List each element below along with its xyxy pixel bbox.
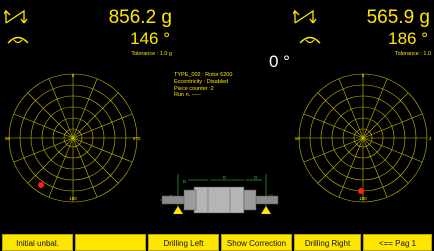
- rotor-collar-right: [243, 189, 257, 211]
- left-polar-label-left: 90: [5, 136, 11, 141]
- initial-unbalance-button[interactable]: Initial unbal.: [2, 234, 73, 251]
- piece-counter: Piece counter :2: [174, 85, 214, 92]
- left-polar-label-bottom: 180: [69, 196, 77, 201]
- right-polar-label-right: 2: [429, 136, 432, 141]
- right-polar-label-bottom: 180: [359, 196, 367, 201]
- dimension-label-a: D: [183, 179, 187, 184]
- drilling-left-button[interactable]: Drilling Left: [148, 234, 219, 251]
- left-polar-plot: 0 90 270 180: [5, 73, 141, 203]
- left-weight-value: 856.2 g: [108, 7, 172, 28]
- rotor-diagram: D D D r1 r2: [160, 174, 280, 214]
- right-weight-value: 565.9 g: [366, 7, 430, 28]
- eccentricity-status: Eccentricity : Disabled: [174, 78, 229, 85]
- blank-button[interactable]: [75, 234, 146, 251]
- rotor-body: [193, 186, 245, 214]
- eye-icon-right: [299, 36, 321, 44]
- right-tolerance: Tolerance : 1.0: [394, 51, 431, 57]
- dimension-label-c: D: [254, 175, 258, 180]
- left-unbalance-marker: [38, 182, 44, 188]
- run-number: Run n. -----: [174, 92, 201, 99]
- rotor-type: TYPE_002 : Rotor 6200: [174, 72, 233, 78]
- balance-plane-right-icon: [293, 9, 317, 24]
- right-polar-plot: 0 90 2 180: [295, 73, 432, 203]
- rotor-collar-left: [183, 189, 197, 211]
- page-back-button[interactable]: <== Pag 1: [363, 234, 432, 251]
- right-unbalance-marker: [358, 188, 364, 194]
- show-correction-button[interactable]: Show Correction: [221, 234, 292, 251]
- left-tolerance: Tolerance : 1.0 g: [131, 51, 172, 57]
- right-polar-label-left: 90: [295, 136, 301, 141]
- left-support-icon: [173, 206, 183, 214]
- balance-plane-left-icon: [4, 9, 28, 24]
- drilling-right-button[interactable]: Drilling Right: [294, 234, 361, 251]
- center-angle-value: 0 °: [269, 52, 290, 71]
- left-angle-value: 146 °: [130, 29, 170, 48]
- eye-icon: [7, 36, 29, 44]
- right-angle-value: 186 °: [388, 29, 428, 48]
- left-polar-label-right: 270: [133, 136, 141, 141]
- dimension-label-b: D: [223, 175, 227, 180]
- rotor-info: TYPE_002 : Rotor 6200 Eccentricity : Dis…: [174, 72, 232, 99]
- right-support-icon: [261, 206, 271, 214]
